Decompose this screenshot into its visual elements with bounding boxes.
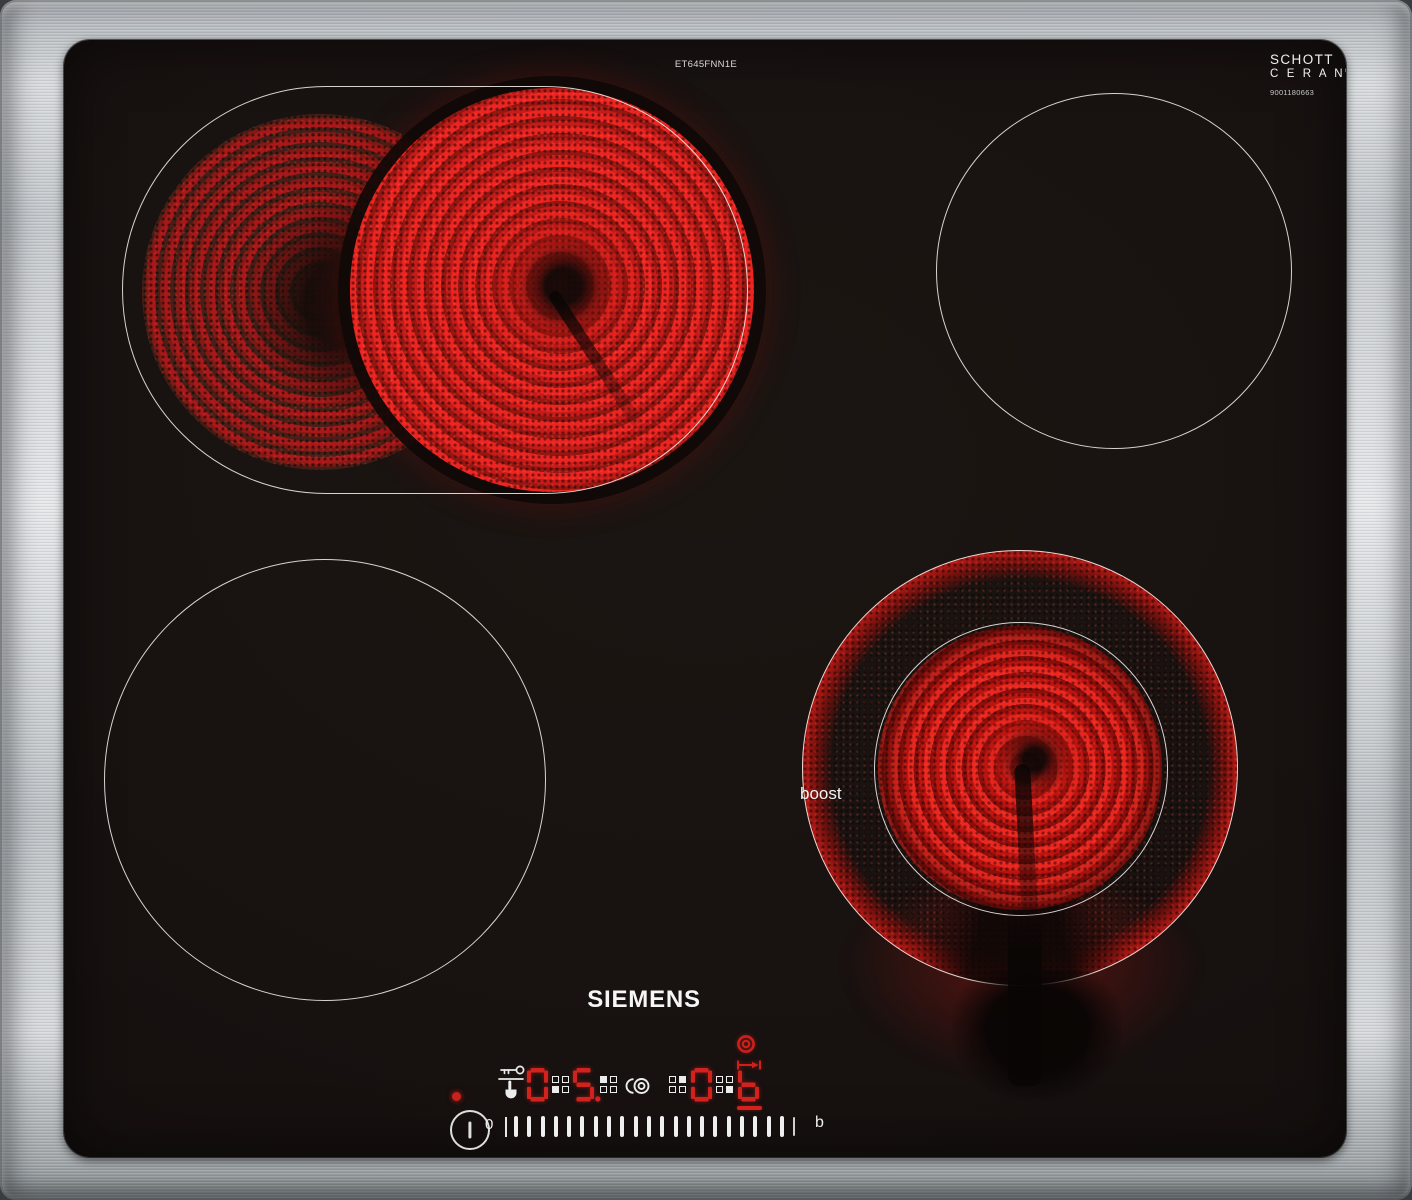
slider-tick bbox=[660, 1116, 664, 1137]
slider-tick bbox=[594, 1116, 598, 1137]
slider-tick bbox=[753, 1116, 757, 1137]
slider-tick bbox=[674, 1116, 678, 1137]
zone-display-back-left bbox=[573, 1068, 601, 1107]
cooktop-product-photo: ET645FNN1E SCHOTT C E R A N® 9001180663 bbox=[0, 0, 1412, 1200]
slider-tick bbox=[647, 1116, 651, 1137]
slider-tick bbox=[607, 1116, 611, 1137]
slider-tick bbox=[580, 1116, 584, 1137]
zone-select-key-front-left[interactable] bbox=[552, 1076, 569, 1093]
zone-display-back-right bbox=[691, 1068, 712, 1107]
ceramic-glass-surface: ET645FNN1E SCHOTT C E R A N® 9001180663 bbox=[64, 40, 1346, 1157]
slider-tick bbox=[713, 1116, 717, 1137]
slider-end-label: b bbox=[815, 1114, 824, 1132]
slider-tick bbox=[541, 1116, 545, 1137]
zone-display-front-left bbox=[527, 1068, 548, 1107]
slider-tick bbox=[527, 1116, 531, 1137]
slider-tick bbox=[767, 1116, 771, 1137]
slider-start-label: 0 bbox=[485, 1116, 493, 1133]
power-icon[interactable] bbox=[450, 1110, 490, 1150]
slider-tick-thin bbox=[793, 1117, 795, 1136]
slider-tick bbox=[740, 1116, 744, 1137]
slider-tick bbox=[554, 1116, 558, 1137]
zone-select-key-back-left[interactable] bbox=[600, 1076, 617, 1093]
dual-zone-rings-icon bbox=[735, 1033, 757, 1060]
slider-tick bbox=[567, 1116, 571, 1137]
power-indicator-dot bbox=[452, 1092, 461, 1101]
slider-tick bbox=[780, 1116, 784, 1137]
slider-tick bbox=[514, 1116, 518, 1137]
slider-start-divider bbox=[505, 1117, 507, 1137]
boost-level-underline bbox=[737, 1106, 762, 1110]
slider-tick bbox=[620, 1116, 624, 1137]
slider-tick bbox=[700, 1116, 704, 1137]
slider-tick bbox=[687, 1116, 691, 1137]
slider-tick bbox=[634, 1116, 638, 1137]
slider-tick bbox=[727, 1116, 731, 1137]
zone-select-key-back-right[interactable] bbox=[669, 1076, 686, 1093]
zone-extend-arrow-icon[interactable] bbox=[736, 1058, 762, 1076]
touch-control-panel: 0 b bbox=[64, 40, 1346, 1157]
power-slider-ticks[interactable] bbox=[514, 1116, 795, 1137]
pan-detection-icon bbox=[620, 1076, 650, 1101]
zone-select-key-front-right[interactable] bbox=[716, 1076, 733, 1093]
child-lock-key-hand-icon[interactable] bbox=[496, 1064, 526, 1107]
